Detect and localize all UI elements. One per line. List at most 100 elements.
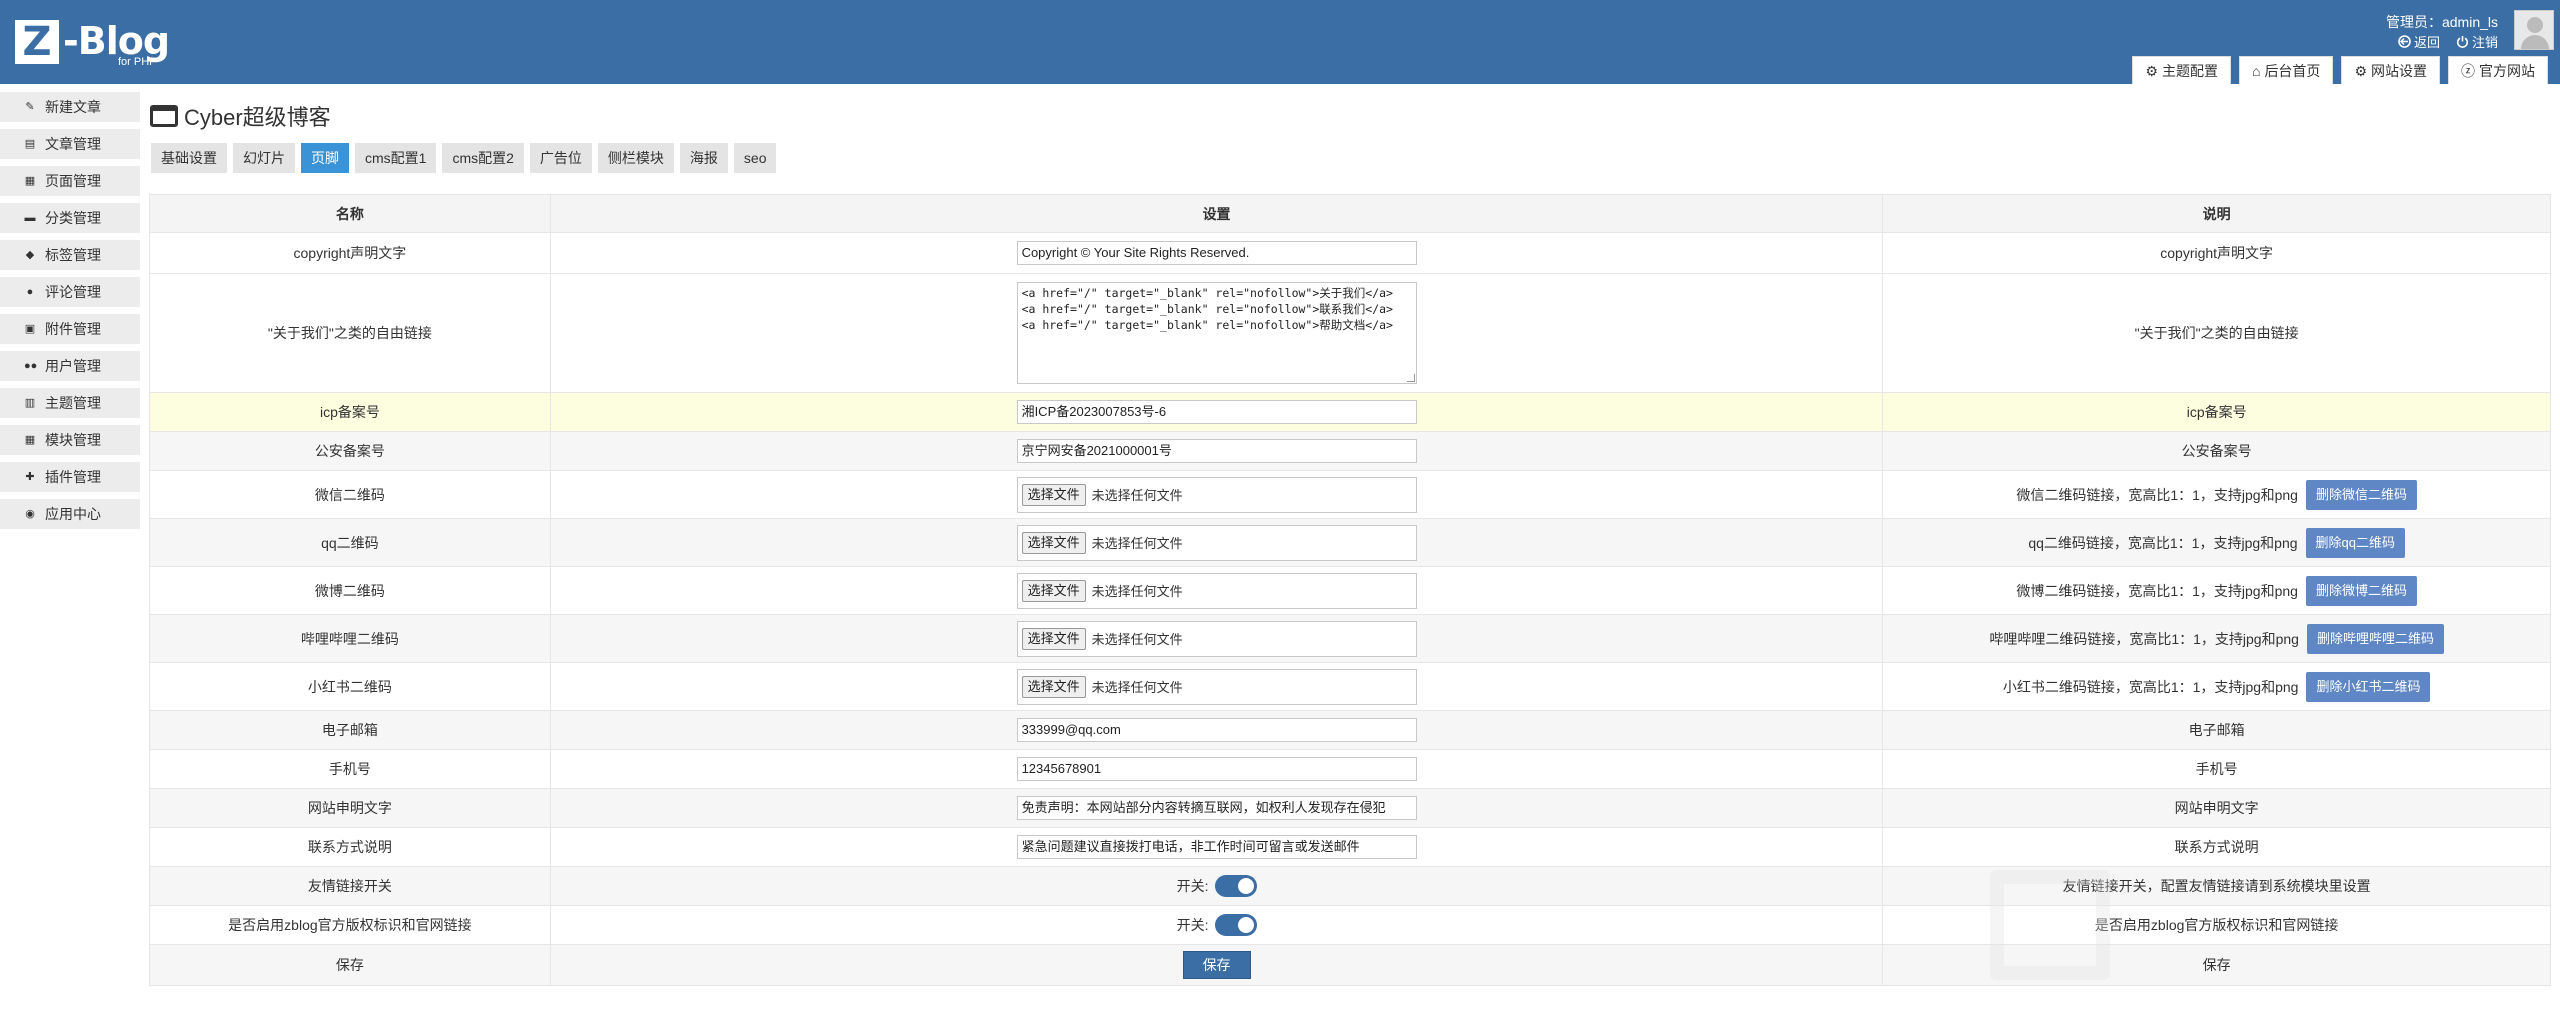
tab-theme-config[interactable]: ⚙ 主题配置 [2132,56,2231,84]
table-row: 微博二维码 选择文件 未选择任何文件 微博二维码链接，宽高比1：1，支持jpg和p… [149,566,2551,615]
back-icon [2398,35,2411,48]
page-title-text: Cyber超级博客 [184,105,331,130]
zblog-copyright-toggle[interactable] [1214,914,1257,936]
choose-file-button[interactable]: 选择文件 [1021,579,1086,602]
delete-weibo-qr-button[interactable]: 删除微博二维码 [2305,575,2417,606]
tag-icon: ◆ [25,249,35,261]
logout-link[interactable]: 注销 [2456,32,2498,51]
choose-file-button[interactable]: 选择文件 [1021,627,1086,650]
phone-input[interactable]: 12345678901 [1016,757,1417,781]
table-row: 友情链接开关 开关: 友情链接开关，配置友情链接请到系统模块里设置 [149,866,2551,906]
sidebar-item-pages[interactable]: ▦ 页面管理 [0,166,140,196]
sidebar-item-label: 应用中心 [45,506,101,522]
sidebar-item-new-article[interactable]: ✎ 新建文章 [0,92,140,122]
sidebar-item-articles[interactable]: ▤ 文章管理 [0,129,140,159]
tab-footer[interactable]: 页脚 [301,143,349,173]
sidebar-item-tags[interactable]: ◆ 标签管理 [0,240,140,270]
save-button[interactable]: 保存 [1182,951,1251,979]
row-name: 小红书二维码 [149,662,551,711]
settings-table: 名称 设置 说明 copyright声明文字 Copyright © Your … [149,194,2551,986]
plugin-icon: ✚ [25,471,35,483]
links-textarea[interactable]: <a href="/" target="_blank" rel="nofollo… [1016,282,1417,384]
sidebar-item-comments[interactable]: ● 评论管理 [0,277,140,307]
back-link[interactable]: 返回 [2398,32,2440,51]
table-row: qq二维码 选择文件 未选择任何文件 qq二维码链接，宽高比1：1，支持jpg和p… [149,518,2551,567]
links-textarea-text: <a href="/" target="_blank" rel="nofollo… [1021,286,1393,332]
attachment-icon: ▣ [24,323,36,335]
resize-grip-icon[interactable] [1406,374,1415,382]
tab-admin-home[interactable]: ⌂ 后台首页 [2238,56,2334,84]
sidebar-item-categories[interactable]: ▬ 分类管理 [0,203,140,233]
gear-icon: ⚙ [2354,62,2367,79]
row-name: 手机号 [149,749,551,789]
file-status: 未选择任何文件 [1091,488,1183,503]
tab-sidebar-modules[interactable]: 侧栏模块 [597,143,674,173]
row-desc: 是否启用zblog官方版权标识和官网链接 [1882,905,2551,945]
sidebar-item-plugins[interactable]: ✚ 插件管理 [0,462,140,492]
switch-label: 开关: [1176,917,1209,933]
comment-icon: ● [26,286,34,298]
sidebar-item-label: 新建文章 [45,99,101,115]
row-name: icp备案号 [149,392,551,432]
table-row: 哔哩哔哩二维码 选择文件 未选择任何文件 哔哩哔哩二维码链接，宽高比1：1，支持j… [149,614,2551,663]
row-name: 哔哩哔哩二维码 [149,614,551,663]
row-desc: copyright声明文字 [1882,232,2551,274]
tab-seo[interactable]: seo [733,143,777,173]
tab-official-site[interactable]: ⓩ 官方网站 [2448,56,2548,84]
tab-basic[interactable]: 基础设置 [151,143,227,173]
sidebar-item-app-center[interactable]: ◉ 应用中心 [0,499,140,529]
tab-site-settings[interactable]: ⚙ 网站设置 [2341,56,2440,84]
tab-poster[interactable]: 海报 [679,143,728,173]
header-desc: 说明 [1882,194,2551,233]
xiaohongshu-file-input: 选择文件 未选择任何文件 [1016,668,1417,705]
row-desc: 联系方式说明 [1882,827,2551,867]
row-desc: 保存 [1882,944,2551,986]
table-row: icp备案号 湘ICP备2023007853号-6 icp备案号 [149,392,2551,432]
row-desc: 小红书二维码链接，宽高比1：1，支持jpg和png [2002,678,2299,695]
sidebar: ✎ 新建文章 ▤ 文章管理 ▦ 页面管理 ▬ 分类管理 ◆ 标签管理 ● 评论管理 ▣ 附件管… [0,92,140,536]
sidebar-item-label: 分类管理 [45,210,101,226]
row-desc: 电子邮箱 [1882,710,2551,750]
power-icon [2456,36,2469,48]
choose-file-button[interactable]: 选择文件 [1021,531,1086,554]
copyright-input[interactable]: Copyright © Your Site Rights Reserved. [1016,241,1417,265]
email-input[interactable]: 333999@qq.com [1016,718,1417,742]
table-row: 微信二维码 选择文件 未选择任何文件 微信二维码链接，宽高比1：1，支持jpg和p… [149,470,2551,519]
delete-bilibili-qr-button[interactable]: 删除哔哩哔哩二维码 [2306,623,2444,654]
row-name: 保存 [149,944,551,986]
sidebar-item-themes[interactable]: ▥ 主题管理 [0,388,140,418]
logout-label: 注销 [2471,35,2498,50]
friend-link-toggle[interactable] [1214,875,1257,897]
avatar[interactable] [2514,10,2554,50]
tab-cms1[interactable]: cms配置1 [355,143,437,173]
sidebar-item-users[interactable]: ●● 用户管理 [0,351,140,381]
page-title: Cyber超级博客 [150,100,331,132]
settings-tabs: 基础设置 幻灯片 页脚 cms配置1 cms配置2 广告位 侧栏模块 海报 se… [151,143,777,173]
row-name: copyright声明文字 [149,232,551,274]
bilibili-file-input: 选择文件 未选择任何文件 [1016,620,1417,657]
choose-file-button[interactable]: 选择文件 [1021,483,1086,506]
row-desc: 友情链接开关，配置友情链接请到系统模块里设置 [1882,866,2551,906]
sidebar-item-attachments[interactable]: ▣ 附件管理 [0,314,140,344]
delete-xiaohongshu-qr-button[interactable]: 删除小红书二维码 [2306,671,2431,702]
zblog-icon: ⓩ [2461,62,2475,79]
delete-wechat-qr-button[interactable]: 删除微信二维码 [2305,479,2417,510]
delete-qq-qr-button[interactable]: 删除qq二维码 [2305,527,2405,558]
choose-file-button[interactable]: 选择文件 [1021,675,1086,698]
police-record-input[interactable]: 京宁网安备2021000001号 [1016,439,1417,463]
tab-ads[interactable]: 广告位 [529,143,592,173]
row-name: 友情链接开关 [149,866,551,906]
row-name: 联系方式说明 [149,827,551,867]
tab-cms2[interactable]: cms配置2 [442,143,524,173]
disclaimer-input[interactable]: 免责声明：本网站部分内容转摘互联网，如权利人发现存在侵犯 [1016,796,1417,820]
row-name: 网站申明文字 [149,788,551,828]
icp-input[interactable]: 湘ICP备2023007853号-6 [1016,400,1417,424]
row-desc: icp备案号 [1882,392,2551,432]
page-icon: ▦ [24,175,36,187]
table-row: 小红书二维码 选择文件 未选择任何文件 小红书二维码链接，宽高比1：1，支持jpg… [149,662,2551,711]
contact-input[interactable]: 紧急问题建议直接拨打电话，非工作时间可留言或发送邮件 [1016,835,1417,859]
sidebar-item-modules[interactable]: ▦ 模块管理 [0,425,140,455]
wechat-file-input: 选择文件 未选择任何文件 [1016,476,1417,513]
table-row: 联系方式说明 紧急问题建议直接拨打电话，非工作时间可留言或发送邮件 联系方式说明 [149,827,2551,867]
tab-slideshow[interactable]: 幻灯片 [233,143,295,173]
